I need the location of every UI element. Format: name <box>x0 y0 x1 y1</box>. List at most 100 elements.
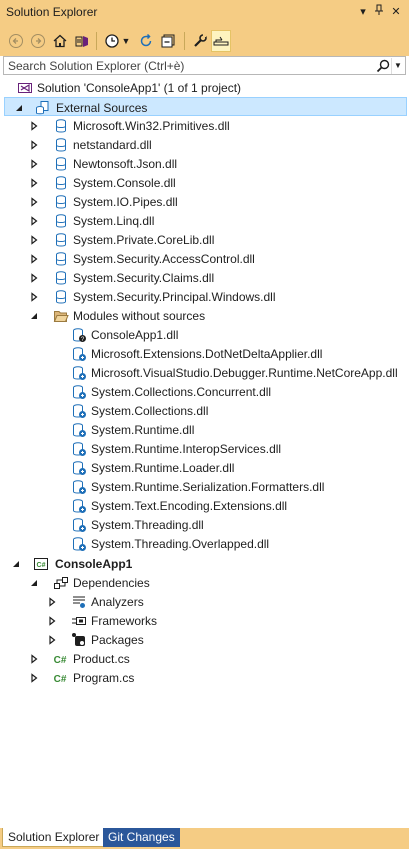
tree-item-project[interactable]: C# ConsoleApp1 <box>0 554 409 573</box>
tree-item-label: System.Collections.dll <box>91 404 209 418</box>
tree-item-label: System.Security.Principal.Windows.dll <box>73 290 276 304</box>
collapsed-arrow-icon[interactable] <box>29 158 39 169</box>
search-box: ▼ <box>3 56 406 75</box>
tree-item-file[interactable]: C# Product.cs <box>0 649 409 668</box>
collapsed-arrow-icon[interactable] <box>29 291 39 302</box>
close-icon[interactable]: ✕ <box>389 4 403 20</box>
tree-item-external-sources[interactable]: External Sources <box>4 97 407 116</box>
tree-item-reference[interactable]: System.Console.dll <box>0 173 409 192</box>
title-bar: Solution Explorer ▾ ✕ <box>0 0 409 26</box>
preview-selected-items-button[interactable] <box>211 30 231 52</box>
collapsed-arrow-icon[interactable] <box>47 634 57 645</box>
tree-item-modules-folder[interactable]: Modules without sources <box>0 306 409 325</box>
vs-solution-icon <box>75 36 88 47</box>
tree-item-label: System.Threading.dll <box>91 518 204 532</box>
home-button[interactable] <box>50 30 70 52</box>
assembly-icon <box>53 232 69 248</box>
search-options-dropdown[interactable]: ▼ <box>391 58 404 74</box>
tree-item-reference[interactable]: System.IO.Pipes.dll <box>0 192 409 211</box>
forward-button[interactable] <box>28 30 48 52</box>
tree-item-reference[interactable]: System.Private.CoreLib.dll <box>0 230 409 249</box>
toolbar: ▼ <box>0 26 409 56</box>
tree-item-module[interactable]: System.Threading.dll <box>0 515 409 534</box>
sync-button[interactable] <box>136 30 156 52</box>
expanded-arrow-icon[interactable] <box>29 577 39 587</box>
collapsed-arrow-icon[interactable] <box>47 615 57 626</box>
collapsed-arrow-icon[interactable] <box>29 177 39 188</box>
pin-icon[interactable] <box>372 4 386 20</box>
collapsed-arrow-icon[interactable] <box>29 234 39 245</box>
tree-item-reference[interactable]: Microsoft.Win32.Primitives.dll <box>0 116 409 135</box>
collapsed-arrow-icon[interactable] <box>29 253 39 264</box>
filter-dropdown-button[interactable]: ▼ <box>120 30 132 52</box>
tree-item-file[interactable]: C# Program.cs <box>0 668 409 687</box>
refresh-icon <box>140 33 152 47</box>
tree-item-label: External Sources <box>56 101 148 115</box>
tab-solution-explorer[interactable]: Solution Explorer <box>2 828 106 847</box>
tree-item-label: System.Runtime.InteropServices.dll <box>91 442 282 456</box>
tree-item-module[interactable]: System.Collections.dll <box>0 401 409 420</box>
expanded-arrow-icon[interactable] <box>29 310 39 320</box>
window-menu-dropdown-icon[interactable]: ▾ <box>356 4 370 20</box>
collapsed-arrow-icon[interactable] <box>29 672 39 683</box>
module-reference-icon <box>71 536 87 552</box>
tree-item-module[interactable]: System.Runtime.dll <box>0 420 409 439</box>
csharp-file-icon: C# <box>51 651 67 667</box>
tree-item-reference[interactable]: System.Security.Claims.dll <box>0 268 409 287</box>
module-reference-icon <box>71 441 87 457</box>
tree-item-reference[interactable]: Newtonsoft.Json.dll <box>0 154 409 173</box>
tree-item-module[interactable]: System.Runtime.Loader.dll <box>0 458 409 477</box>
module-reference-icon <box>71 365 87 381</box>
tree-item-label: System.Threading.Overlapped.dll <box>91 537 270 551</box>
tree-item-reference[interactable]: System.Security.Principal.Windows.dll <box>0 287 409 306</box>
tree-item-module[interactable]: System.Runtime.InteropServices.dll <box>0 439 409 458</box>
toolbar-separator <box>184 32 185 50</box>
tree-item-module[interactable]: Microsoft.Extensions.DotNetDeltaApplier.… <box>0 344 409 363</box>
tree-item-label: System.Console.dll <box>73 176 176 190</box>
tree-item-module[interactable]: System.Threading.Overlapped.dll <box>0 534 409 553</box>
bottom-tab-strip: Solution Explorer Git Changes <box>0 828 409 849</box>
collapse-all-button[interactable] <box>158 30 178 52</box>
tree-item-dependencies[interactable]: Dependencies <box>0 573 409 592</box>
tree-item-packages[interactable]: Packages <box>0 630 409 649</box>
pending-changes-filter-button[interactable] <box>102 30 122 52</box>
tree-item-module[interactable]: System.Collections.Concurrent.dll <box>0 382 409 401</box>
tree-item-solution[interactable]: Solution 'ConsoleApp1' (1 of 1 project) <box>0 78 409 97</box>
folder-open-icon <box>53 308 69 324</box>
tab-git-changes[interactable]: Git Changes <box>103 828 180 847</box>
home-icon <box>53 34 67 48</box>
tree-item-module[interactable]: System.Text.Encoding.Extensions.dll <box>0 496 409 515</box>
collapsed-arrow-icon[interactable] <box>29 272 39 283</box>
tree-item-reference[interactable]: netstandard.dll <box>0 135 409 154</box>
tree-item-label: Microsoft.Win32.Primitives.dll <box>73 119 230 133</box>
search-icon[interactable] <box>375 58 391 74</box>
collapsed-arrow-icon[interactable] <box>29 120 39 131</box>
expanded-arrow-icon[interactable] <box>14 102 24 112</box>
collapsed-arrow-icon[interactable] <box>29 139 39 150</box>
csharp-file-icon: C# <box>51 670 67 686</box>
tree-item-analyzers[interactable]: Analyzers <box>0 592 409 611</box>
assembly-icon <box>53 289 69 305</box>
collapsed-arrow-icon[interactable] <box>29 653 39 664</box>
tree-item-label: Dependencies <box>73 576 150 590</box>
clock-icon <box>105 34 119 48</box>
tree-item-label: System.Security.Claims.dll <box>73 271 215 285</box>
switch-views-button[interactable] <box>72 30 92 52</box>
tree-item-label: System.Linq.dll <box>73 214 155 228</box>
expanded-arrow-icon[interactable] <box>11 558 21 568</box>
tree-item-module[interactable]: ? ConsoleApp1.dll <box>0 325 409 344</box>
svg-text:C#: C# <box>54 674 67 685</box>
tree-item-module[interactable]: Microsoft.VisualStudio.Debugger.Runtime.… <box>0 363 409 382</box>
properties-button[interactable] <box>190 30 210 52</box>
collapsed-arrow-icon[interactable] <box>29 196 39 207</box>
svg-text:C#: C# <box>37 562 46 569</box>
back-button[interactable] <box>6 30 26 52</box>
collapsed-arrow-icon[interactable] <box>29 215 39 226</box>
tree-item-reference[interactable]: System.Security.AccessControl.dll <box>0 249 409 268</box>
tree-item-frameworks[interactable]: Frameworks <box>0 611 409 630</box>
collapsed-arrow-icon[interactable] <box>47 596 57 607</box>
search-input[interactable] <box>4 57 382 74</box>
tree-item-module[interactable]: System.Runtime.Serialization.Formatters.… <box>0 477 409 496</box>
tree-item-label: System.IO.Pipes.dll <box>73 195 178 209</box>
tree-item-reference[interactable]: System.Linq.dll <box>0 211 409 230</box>
